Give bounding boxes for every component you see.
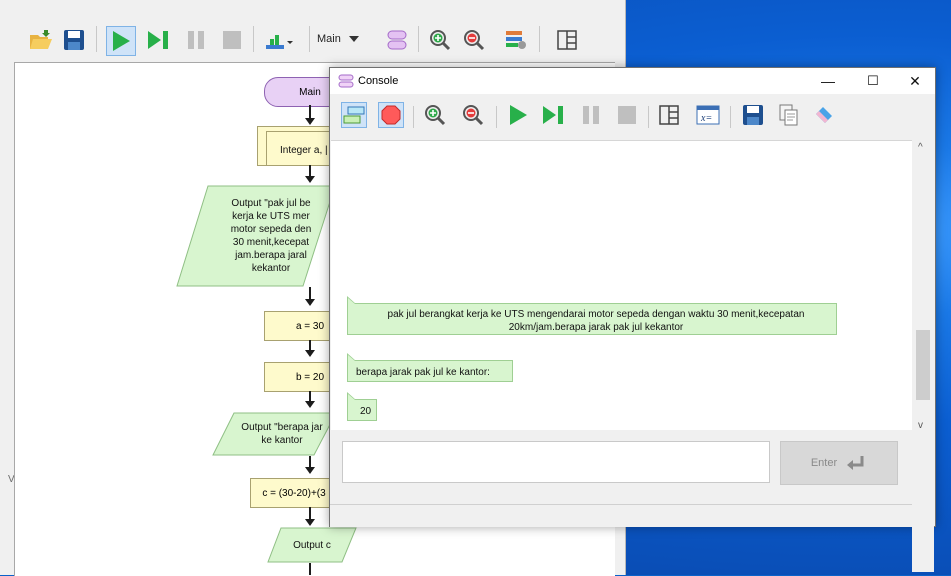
output1-line: motor sepeda den — [230, 224, 312, 235]
console-scrollbar[interactable]: ^ v — [912, 140, 934, 572]
flow-line — [309, 105, 311, 119]
zoom-out-icon[interactable] — [462, 28, 486, 52]
speed-dropdown-icon[interactable] — [264, 28, 294, 52]
output1-line: Output "pak jul be — [231, 198, 311, 209]
scroll-down-icon[interactable]: v — [918, 420, 923, 431]
assign-c-block[interactable]: c = (30-20)+(3 — [250, 478, 338, 508]
flow-arrow — [305, 350, 315, 357]
console-app-icon — [338, 74, 354, 91]
flow-line — [309, 563, 311, 575]
function-selector-value: Main — [317, 33, 341, 45]
enter-button[interactable]: Enter — [780, 441, 898, 485]
message-line: 20km/jam.berapa jarak pak jul kekantor — [508, 322, 684, 333]
enter-label: Enter — [810, 457, 838, 469]
output-message: berapa jarak pak jul ke kantor: — [347, 353, 513, 382]
variables-icon[interactable]: x= — [695, 102, 721, 128]
step-icon[interactable] — [540, 102, 566, 128]
save-icon[interactable] — [62, 28, 86, 52]
zoom-in-icon[interactable] — [428, 28, 452, 52]
open-icon[interactable] — [29, 28, 53, 52]
left-gutter — [0, 62, 14, 575]
output1-line: kekantor — [251, 263, 291, 274]
flow-arrow — [305, 299, 315, 306]
minimize-icon: — — [821, 73, 835, 89]
save-icon[interactable] — [740, 102, 766, 128]
output1-line: kerja ke UTS mer — [232, 211, 310, 222]
start-label: Main — [299, 86, 321, 98]
run-icon[interactable] — [106, 26, 136, 56]
enter-icon — [847, 456, 864, 470]
add-function-icon[interactable] — [385, 28, 409, 52]
output2-line: ke kantor — [261, 435, 303, 446]
copy-icon[interactable] — [776, 102, 802, 128]
input-echo: 20 — [347, 392, 377, 421]
pause-icon[interactable] — [578, 102, 604, 128]
console-input-area: Enter — [330, 430, 912, 502]
properties-icon[interactable] — [504, 28, 528, 52]
message-line: berapa jarak pak jul ke kantor: — [356, 367, 490, 378]
close-button[interactable]: ✕ — [893, 68, 937, 94]
eraser-icon[interactable] — [812, 102, 838, 128]
zoom-in-icon[interactable] — [422, 102, 448, 128]
output2-text: Output "berapa jar ke kantor — [232, 421, 332, 447]
scroll-up-icon[interactable]: ^ — [918, 142, 923, 153]
record-icon[interactable] — [378, 102, 404, 128]
output-c-label: Output c — [293, 540, 331, 551]
flow-arrow — [305, 467, 315, 474]
flow-arrow — [305, 401, 315, 408]
scrollbar-thumb[interactable] — [916, 330, 930, 400]
flow-arrow — [305, 519, 315, 526]
console-input-field[interactable] — [342, 441, 770, 483]
console-status-strip — [330, 504, 912, 527]
assign-a-label: a = 30 — [295, 320, 325, 332]
flow-arrow — [305, 176, 315, 183]
stop-icon[interactable] — [220, 28, 244, 52]
console-window: Console — ☐ ✕ x= pak jul berangkat kerja… — [329, 67, 936, 572]
menu-strip — [0, 0, 625, 18]
layout-icon[interactable] — [656, 102, 682, 128]
pause-icon[interactable] — [184, 28, 208, 52]
console-toolbar: x= — [330, 94, 935, 136]
function-selector[interactable]: Main — [317, 29, 373, 49]
layout-icon[interactable] — [555, 28, 579, 52]
console-output[interactable]: pak jul berangkat kerja ke UTS mengendar… — [331, 140, 912, 431]
assign-b-label: b = 20 — [295, 371, 325, 383]
run-icon[interactable] — [505, 102, 531, 128]
zoom-out-icon[interactable] — [460, 102, 486, 128]
maximize-icon: ☐ — [867, 73, 879, 88]
assign-c-label: c = (30-20)+(3 — [262, 487, 326, 499]
close-icon: ✕ — [909, 72, 921, 89]
minimize-button[interactable]: — — [806, 68, 850, 94]
maximize-button[interactable]: ☐ — [851, 68, 895, 94]
chevron-down-icon — [348, 36, 359, 42]
stop-icon[interactable] — [614, 102, 640, 128]
output1-line: jam.berapa jaral — [235, 250, 307, 261]
console-titlebar[interactable]: Console — ☐ ✕ — [330, 68, 935, 94]
output1-line: 30 menit,kecepat — [232, 237, 310, 248]
message-line: 20 — [360, 406, 372, 417]
step-icon[interactable] — [146, 28, 170, 52]
flow-arrow — [305, 118, 315, 125]
console-title: Console — [358, 75, 399, 87]
chat-mode-icon[interactable] — [341, 102, 367, 128]
svg-text:x=: x= — [700, 113, 712, 124]
output1-text: Output "pak jul be kerja ke UTS mer moto… — [206, 197, 336, 275]
output2-line: Output "berapa jar — [241, 422, 323, 433]
message-line: pak jul berangkat kerja ke UTS mengendar… — [387, 309, 805, 320]
output-message: pak jul berangkat kerja ke UTS mengendar… — [347, 296, 837, 335]
